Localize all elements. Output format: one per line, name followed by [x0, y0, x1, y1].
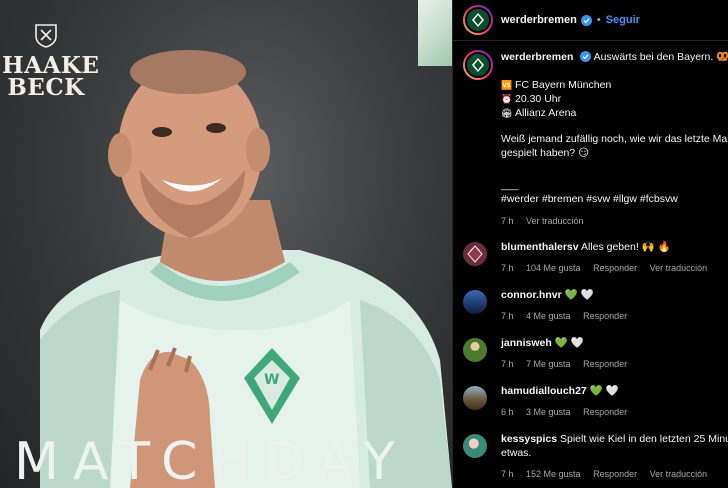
comment-text: Spielt wie Kiel in den letzten 25 Minute…: [559, 433, 728, 445]
commenter-avatar[interactable]: [463, 386, 487, 410]
comment-time: 7 h: [501, 469, 514, 479]
post-caption: werderbremen Auswärts bei den Bayern. 🥨 …: [453, 42, 728, 228]
comments-scroll[interactable]: werderbremen Auswärts bei den Bayern. 🥨 …: [453, 42, 728, 488]
comment-item: connor.hnvr 💚 🤍 7 h 4 Me gusta Responder: [453, 288, 728, 336]
comment-likes[interactable]: 104 Me gusta: [526, 263, 581, 273]
comment-time: 6 h: [501, 407, 514, 417]
comment-username[interactable]: hamudiallouch27: [501, 385, 587, 397]
brand-crest-icon: [35, 24, 57, 48]
caption-intro: Auswärts bei den Bayern.: [593, 51, 714, 63]
commenter-avatar[interactable]: [463, 290, 487, 314]
vs-icon: 🆚: [501, 80, 513, 90]
comment-item: hamudiallouch27 💚 🤍 6 h 3 Me gusta Respo…: [453, 384, 728, 432]
comment-item: blumenthalersv Alles geben! 🙌 🔥 7 h 104 …: [453, 240, 728, 288]
header-username[interactable]: werderbremen: [501, 14, 577, 26]
comment-reply-button[interactable]: Responder: [583, 359, 627, 369]
comment-likes[interactable]: 152 Me gusta: [526, 469, 581, 479]
comment-time: 7 h: [501, 359, 514, 369]
caption-time: 7 h: [501, 216, 514, 226]
diamond-logo-icon: [467, 245, 483, 263]
comment-translate-link[interactable]: Ver traducción: [650, 263, 708, 273]
comment-text: 💚 🤍: [564, 289, 594, 301]
brand-logo: HAAKE BECK: [2, 22, 99, 101]
svg-text:W: W: [264, 372, 279, 388]
alarm-clock-icon: ⏰: [501, 94, 513, 104]
comment-username[interactable]: kessyspics: [501, 433, 557, 445]
post-image[interactable]: W HAAKE BECK MATCHDAY: [0, 0, 452, 488]
werder-logo-icon: [472, 58, 484, 72]
verified-badge-icon: [580, 14, 592, 26]
caption-line-opponent: 🆚 FC Bayern München: [501, 79, 612, 91]
comment-username[interactable]: jannisweh: [501, 337, 552, 349]
comment-text-continued: etwas.: [501, 447, 532, 459]
matchday-text: MATCHDAY: [14, 432, 409, 488]
caption-hashtags[interactable]: #werder #bremen #svw #llgw #fcbsvw: [501, 192, 728, 206]
caption-question-line2: gespielt haben? 😏: [501, 147, 590, 159]
comment-reply-button[interactable]: Responder: [583, 311, 627, 321]
comment-likes[interactable]: 3 Me gusta: [526, 407, 571, 417]
pretzel-emoji: 🥨: [716, 51, 728, 63]
comment-text: 💚 🤍: [589, 385, 619, 397]
caption-avatar[interactable]: [463, 50, 493, 80]
werder-logo-icon: [472, 13, 484, 27]
comment-text: Alles geben! 🙌 🔥: [580, 241, 671, 253]
commenter-avatar[interactable]: [463, 434, 487, 458]
post-header: werderbremen • Seguir: [453, 0, 728, 41]
caption-line-venue: 🏟 Allianz Arena: [501, 107, 577, 119]
comment-username[interactable]: connor.hnvr: [501, 289, 562, 301]
commenter-avatar[interactable]: [463, 338, 487, 362]
comment-reply-button[interactable]: Responder: [593, 469, 637, 479]
comment-reply-button[interactable]: Responder: [583, 407, 627, 417]
comment-translate-link[interactable]: Ver traducción: [650, 469, 708, 479]
caption-username[interactable]: werderbremen: [501, 51, 573, 63]
header-separator: •: [596, 14, 601, 26]
comment-time: 7 h: [501, 263, 514, 273]
caption-divider: ___: [501, 179, 519, 191]
stadium-icon: 🏟: [501, 108, 513, 118]
caption-translate-link[interactable]: Ver traducción: [526, 216, 584, 226]
verified-badge-icon: [580, 51, 592, 62]
comment-time: 7 h: [501, 311, 514, 321]
comment-username[interactable]: blumenthalersv: [501, 241, 579, 253]
caption-question-line1: Weiß jemand zufällig noch, wie wir das l…: [501, 133, 728, 145]
comment-likes[interactable]: 4 Me gusta: [526, 311, 571, 321]
commenter-avatar[interactable]: [463, 242, 487, 266]
caption-line-time: ⏰ 20.30 Uhr: [501, 93, 562, 105]
comment-item: kessyspics Spielt wie Kiel in den letzte…: [453, 432, 728, 488]
comment-likes[interactable]: 7 Me gusta: [526, 359, 571, 369]
comment-reply-button[interactable]: Responder: [593, 263, 637, 273]
comments-panel: werderbremen • Seguir werderbremen Auswä…: [452, 0, 728, 488]
comment-item: jannisweh 💚 🤍 7 h 7 Me gusta Responder: [453, 336, 728, 384]
follow-button[interactable]: Seguir: [606, 14, 640, 26]
account-avatar[interactable]: [463, 5, 493, 35]
brand-name-line2: BECK: [7, 74, 85, 101]
comment-text: 💚 🤍: [554, 337, 584, 349]
